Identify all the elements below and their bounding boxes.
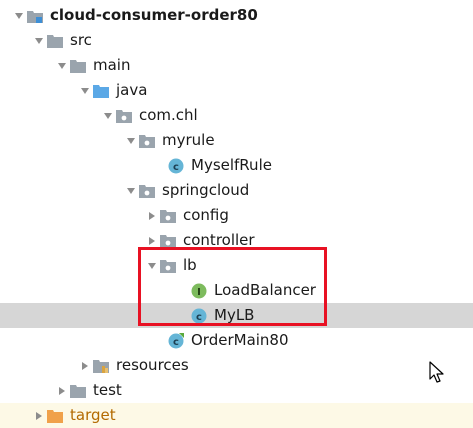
tree-row-java[interactable]: java [0,78,473,103]
tree-label-ordermain80: OrderMain80 [191,331,289,349]
tree-label-test: test [93,381,122,399]
chevron-down-icon[interactable] [32,28,46,53]
svg-text:c: c [196,312,202,323]
tree-row-test[interactable]: test [0,378,473,403]
package-icon [159,257,177,275]
folder-icon [69,57,87,75]
spring-boot-class-icon: c [167,332,185,350]
tree-label-loadbalancer: LoadBalancer [214,281,316,299]
tree-label-myrule: myrule [162,131,215,149]
project-name: cloud-consumer-order80 [50,6,258,24]
chevron-right-icon[interactable] [145,228,159,253]
chevron-down-icon[interactable] [78,78,92,103]
class-icon: c [167,157,185,175]
tree-row-main[interactable]: main [0,53,473,78]
tree-row-springcloud[interactable]: springcloud [0,178,473,203]
chevron-down-icon[interactable] [12,3,26,28]
chevron-right-icon[interactable] [55,378,69,403]
chevron-down-icon[interactable] [124,128,138,153]
resources-folder-icon [92,357,110,375]
chevron-right-icon[interactable] [78,353,92,378]
interface-icon: I [190,282,208,300]
folder-icon [69,382,87,400]
tree-row-controller[interactable]: controller [0,228,473,253]
package-icon [138,182,156,200]
folder-icon [46,32,64,50]
tree-row-ordermain80[interactable]: c OrderMain80 [0,328,473,353]
tree-row-src[interactable]: src [0,28,473,53]
tree-label-mylb: MyLB [214,306,255,324]
tree-label-resources: resources [116,356,189,374]
excluded-folder-icon [46,407,64,425]
mouse-cursor-icon [429,361,445,389]
tree-row-com-chl[interactable]: com.chl [0,103,473,128]
svg-text:c: c [173,162,179,173]
tree-label-config: config [183,206,229,224]
class-icon: c [190,307,208,325]
chevron-down-icon[interactable] [145,253,159,278]
tree-row-target[interactable]: target [0,403,473,428]
svg-text:c: c [173,337,179,348]
tree-row-lb[interactable]: lb [0,253,473,278]
tree-row-myselfrule[interactable]: c MyselfRule [0,153,473,178]
tree-label-lb: lb [183,256,197,274]
tree-label-target: target [70,406,116,424]
tree-row-myrule[interactable]: myrule [0,128,473,153]
tree-label-main: main [93,56,131,74]
package-icon [159,207,177,225]
chevron-down-icon[interactable] [55,53,69,78]
package-icon [115,107,133,125]
tree-row-project[interactable]: cloud-consumer-order80 [0,3,473,28]
source-folder-icon [92,82,110,100]
tree-label-com-chl: com.chl [139,106,198,124]
svg-text:I: I [197,287,201,298]
tree-label-src: src [70,31,92,49]
chevron-right-icon[interactable] [32,403,46,428]
tree-label-java: java [116,81,148,99]
package-icon [159,232,177,250]
tree-label-controller: controller [183,231,255,249]
package-icon [138,132,156,150]
tree-row-resources[interactable]: resources [0,353,473,378]
module-icon [26,7,44,25]
tree-label-myselfrule: MyselfRule [191,156,272,174]
tree-row-loadbalancer[interactable]: I LoadBalancer [0,278,473,303]
chevron-down-icon[interactable] [124,178,138,203]
tree-row-mylb[interactable]: c MyLB [0,303,473,328]
chevron-right-icon[interactable] [145,203,159,228]
tree-row-config[interactable]: config [0,203,473,228]
tree-label-springcloud: springcloud [162,181,250,199]
chevron-down-icon[interactable] [101,103,115,128]
